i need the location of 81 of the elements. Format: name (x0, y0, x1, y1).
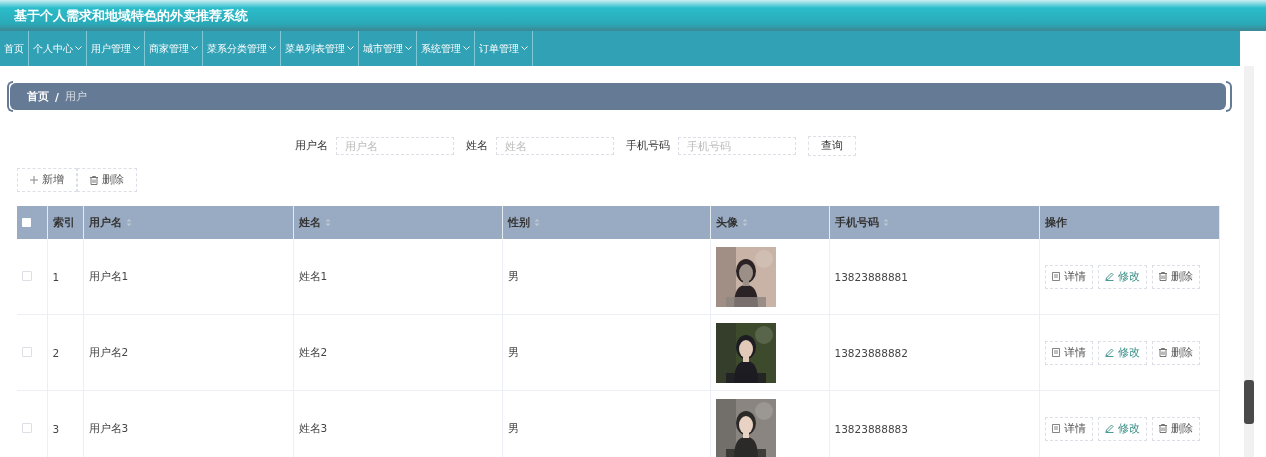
field-label: 姓名 (465, 139, 488, 153)
column-header: 头像 (715, 215, 738, 228)
document-icon (1051, 424, 1060, 433)
chevron-down-icon (405, 46, 412, 51)
sort-icon[interactable] (741, 218, 748, 227)
row-checkbox[interactable] (22, 270, 32, 281)
pencil-icon (1104, 272, 1114, 281)
scrollbar-thumb[interactable] (1244, 380, 1254, 424)
sort-icon[interactable] (125, 218, 132, 227)
table-cell: 2 (52, 346, 60, 359)
plus-icon (30, 176, 38, 184)
column-header: 用户名 (88, 215, 122, 228)
chevron-down-icon (133, 46, 140, 51)
edit-button[interactable]: 修改 (1097, 264, 1147, 289)
chevron-down-icon (463, 46, 470, 51)
table-cell: 男 (507, 269, 519, 282)
table-cell: 姓名1 (298, 269, 328, 282)
column-header: 手机号码 (834, 215, 879, 228)
nav-menu-item[interactable]: 用户管理 (87, 31, 145, 66)
table-cell: 用户名3 (88, 421, 129, 434)
pencil-icon (1104, 424, 1114, 433)
column-header: 索引 (52, 215, 75, 228)
column-header: 性别 (507, 215, 530, 228)
nav-menu-item[interactable]: 菜系分类管理 (203, 31, 281, 66)
delete-button[interactable]: 删除 (77, 168, 137, 192)
edit-button[interactable]: 修改 (1097, 416, 1147, 441)
document-icon (1051, 272, 1060, 281)
chevron-down-icon (347, 46, 354, 51)
app-title: 基于个人需求和地域特色的外卖推荐系统 (14, 6, 248, 25)
row-checkbox[interactable] (22, 422, 32, 433)
trash-icon (1158, 424, 1167, 433)
delete-button[interactable]: 删除 (1151, 416, 1200, 441)
chevron-down-icon (191, 46, 198, 51)
row-checkbox[interactable] (22, 346, 32, 357)
table-cell: 13823888881 (834, 270, 908, 283)
sort-icon[interactable] (882, 218, 889, 227)
nav-menu-item[interactable]: 个人中心 (29, 31, 87, 66)
trash-icon (90, 175, 98, 185)
nav-menu-item[interactable]: 城市管理 (359, 31, 417, 66)
column-header: 操作 (1044, 215, 1067, 228)
search-field[interactable]: 用户名 (335, 137, 454, 155)
document-icon (1051, 348, 1060, 357)
chevron-down-icon (75, 46, 82, 51)
field-label: 手机号码 (625, 139, 670, 153)
table-cell: 姓名3 (298, 421, 328, 434)
breadcrumb-item[interactable]: 首页 (27, 89, 49, 104)
table-cell: 1 (52, 270, 60, 283)
pencil-icon (1104, 348, 1114, 357)
nav-menu-item[interactable]: 系统管理 (417, 31, 475, 66)
breadcrumb-separator: / (55, 90, 59, 103)
search-field[interactable]: 姓名 (495, 137, 614, 155)
sort-icon[interactable] (533, 218, 540, 227)
search-button[interactable]: 查询 (807, 136, 856, 156)
table-cell: 姓名2 (298, 345, 328, 358)
nav-menu-item[interactable]: 菜单列表管理 (281, 31, 359, 66)
table-cell: 男 (507, 421, 519, 434)
nav-menu-item[interactable]: 订单管理 (475, 31, 533, 66)
nav-menu-item[interactable]: 商家管理 (145, 31, 203, 66)
trash-icon (1158, 272, 1167, 281)
detail-button[interactable]: 详情 (1044, 416, 1093, 441)
chevron-down-icon (269, 46, 276, 51)
delete-button[interactable]: 删除 (1151, 340, 1200, 365)
trash-icon (1158, 348, 1167, 357)
nav-menu-item[interactable]: 首页 (0, 31, 29, 66)
table-cell: 男 (507, 345, 519, 358)
table-cell: 3 (52, 422, 60, 435)
sort-icon[interactable] (324, 218, 331, 227)
detail-button[interactable]: 详情 (1044, 264, 1093, 289)
chevron-down-icon (521, 46, 528, 51)
edit-button[interactable]: 修改 (1097, 340, 1147, 365)
table-cell: 13823888883 (834, 422, 908, 435)
table-cell: 13823888882 (834, 346, 908, 359)
detail-button[interactable]: 详情 (1044, 340, 1093, 365)
table-cell: 用户名1 (88, 269, 129, 282)
column-header: 姓名 (298, 215, 321, 228)
delete-button[interactable]: 删除 (1151, 264, 1200, 289)
breadcrumb-item: 用户 (64, 89, 87, 104)
select-all-checkbox[interactable] (22, 217, 31, 227)
add-button[interactable]: 新增 (17, 168, 77, 192)
field-label: 用户名 (294, 139, 328, 153)
table-cell: 用户名2 (88, 345, 129, 358)
